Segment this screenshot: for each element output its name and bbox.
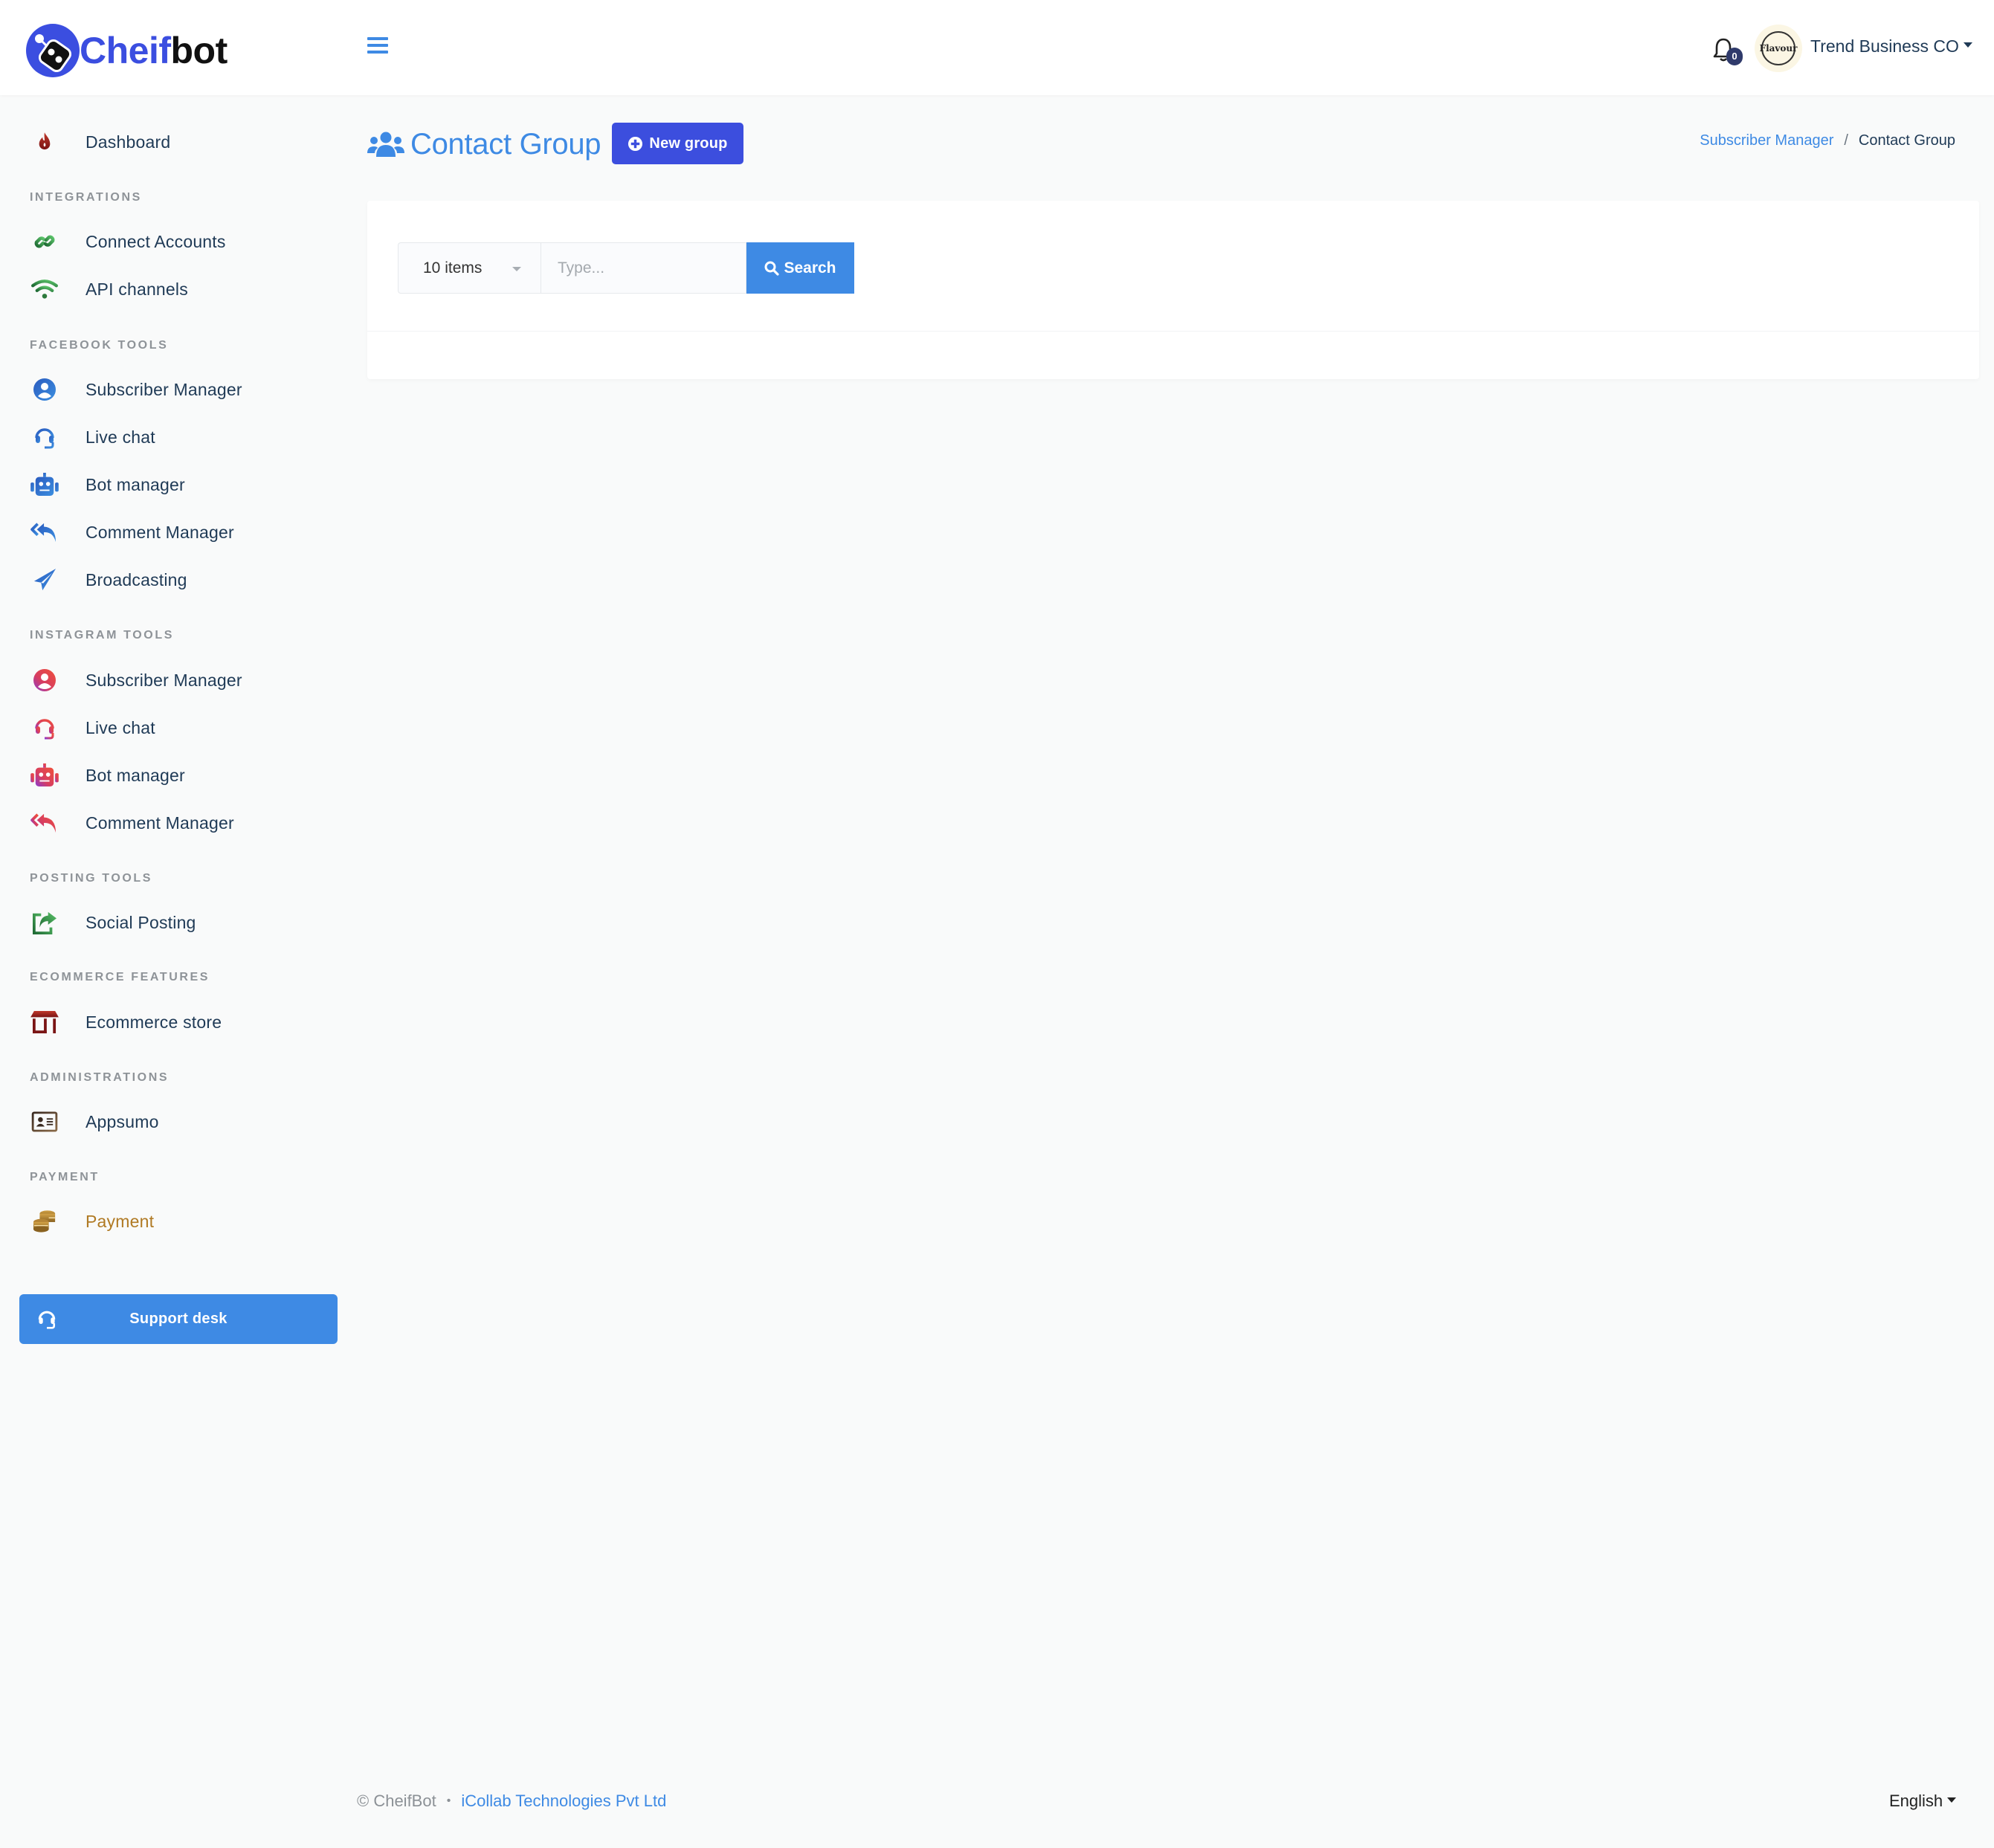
sidebar-item-label: Appsumo [85,1111,159,1131]
breadcrumb-current: Contact Group [1858,132,1955,149]
sidebar-heading-integrations: INTEGRATIONS [30,191,142,204]
page-header: Contact Group [367,123,601,165]
sidebar-heading-posting-tools: POSTING TOOLS [30,872,153,885]
sidebar-heading-ecommerce-features: ECOMMERCE FEATURES [30,971,210,983]
logo-text: Cheifbot [80,30,228,71]
items-per-page-value: 10 items [423,259,483,277]
sidebar-item-fb-live-chat[interactable]: Live chat [30,421,155,453]
sidebar-item-label: Connect Accounts [85,231,226,251]
sidebar-item-ig-bot-manager[interactable]: Bot manager [30,759,185,792]
hamburger-menu-icon [367,37,388,54]
sidebar-item-label: Bot manager [85,474,185,494]
headset-icon [38,1311,56,1329]
page-title: Contact Group [410,127,601,161]
paper-plane-icon [30,565,59,595]
breadcrumb-separator: / [1844,132,1848,149]
search-input[interactable] [541,242,746,294]
sidebar-item-fb-bot-manager[interactable]: Bot manager [30,468,185,501]
breadcrumb: Subscriber Manager / Contact Group [1700,132,1955,149]
sidebar-item-label: Payment [85,1211,155,1231]
app-logo[interactable]: Cheifbot [25,21,228,80]
sidebar-item-fb-comment-manager[interactable]: Comment Manager [30,516,234,549]
sidebar-heading-payment: PAYMENT [30,1171,100,1183]
new-group-button[interactable]: New group [612,123,743,164]
share-square-icon [30,908,59,937]
avatar-logo-text: Flavour [1760,31,1797,65]
sidebar-item-label: Live chat [85,717,155,737]
user-name: Trend Business CO [1810,36,1959,56]
sidebar-item-label: Ecommerce store [85,1012,222,1032]
sidebar-heading-administrations: ADMINISTRATIONS [30,1071,170,1084]
robot-icon [30,760,59,790]
top-navbar [0,0,1994,95]
sidebar-item-ig-subscriber-manager[interactable]: Subscriber Manager [30,664,242,697]
robot-logo-icon [26,24,80,77]
items-per-page-select[interactable]: 10 items [398,242,541,294]
select-caret-icon [512,267,521,271]
sidebar-item-ig-live-chat[interactable]: Live chat [30,711,155,744]
search-button-label: Search [784,259,836,277]
notification-count-badge: 0 [1726,48,1743,65]
wifi-icon [30,274,59,304]
sidebar-item-ig-comment-manager[interactable]: Comment Manager [30,807,234,839]
sidebar-item-ecommerce-store[interactable]: Ecommerce store [30,1006,222,1038]
footer-separator: • [446,1794,451,1807]
link-icon [30,227,59,256]
sidebar-item-label: Broadcasting [85,569,187,589]
sidebar-item-social-posting[interactable]: Social Posting [30,906,196,939]
sidebar-item-dashboard[interactable]: Dashboard [30,126,170,158]
caret-down-icon [1963,42,1972,48]
reply-all-icon [30,517,59,547]
coins-icon [30,1206,59,1236]
footer-company-link[interactable]: iCollab Technologies Pvt Ltd [461,1792,666,1811]
reply-all-icon [30,808,59,838]
sidebar-heading-instagram-tools: INSTAGRAM TOOLS [30,629,174,642]
search-icon [764,261,780,276]
user-menu-dropdown[interactable]: Trend Business CO [1810,34,1972,58]
robot-icon [30,470,59,500]
sidebar-item-label: Live chat [85,427,155,447]
search-button[interactable]: Search [746,242,854,294]
footer: © CheifBot • iCollab Technologies Pvt Lt… [357,1792,666,1811]
language-value: English [1889,1792,1943,1810]
caret-down-icon [1947,1797,1957,1803]
sidebar-item-fb-broadcasting[interactable]: Broadcasting [30,563,187,596]
card-divider [367,331,1979,332]
user-circle-icon [30,375,59,404]
sidebar-item-label: Comment Manager [85,812,234,833]
user-avatar[interactable]: Flavour [1755,25,1802,72]
sidebar-toggle-button[interactable] [367,37,388,56]
breadcrumb-subscriber-manager[interactable]: Subscriber Manager [1700,132,1833,149]
headset-icon [30,422,59,452]
support-desk-button[interactable]: Support desk [19,1294,338,1344]
sidebar-item-label: Subscriber Manager [85,670,242,690]
support-desk-label: Support desk [129,1311,228,1327]
sidebar-item-label: Dashboard [85,132,171,152]
sidebar-item-fb-subscriber-manager[interactable]: Subscriber Manager [30,373,242,406]
sidebar-item-label: API channels [85,279,188,299]
sidebar-item-label: Bot manager [85,765,185,785]
language-dropdown[interactable]: English [1889,1792,1957,1811]
sidebar-item-connect-accounts[interactable]: Connect Accounts [30,225,225,258]
sidebar-item-label: Subscriber Manager [85,379,242,399]
user-circle-icon [30,665,59,695]
sidebar-heading-facebook-tools: FACEBOOK TOOLS [30,339,169,352]
store-icon [30,1007,59,1037]
sidebar-item-api-channels[interactable]: API channels [30,273,188,306]
id-card-icon [30,1107,59,1137]
plus-circle-icon [628,136,643,151]
sidebar-item-label: Comment Manager [85,522,234,542]
headset-icon [30,713,59,743]
footer-copyright: © CheifBot [357,1792,436,1810]
new-group-label: New group [649,135,728,152]
sidebar-item-appsumo[interactable]: Appsumo [30,1105,158,1138]
sidebar-item-label: Social Posting [85,912,196,932]
sidebar-item-payment[interactable]: Payment [30,1205,154,1238]
users-icon [367,132,404,157]
fire-icon [30,127,59,157]
